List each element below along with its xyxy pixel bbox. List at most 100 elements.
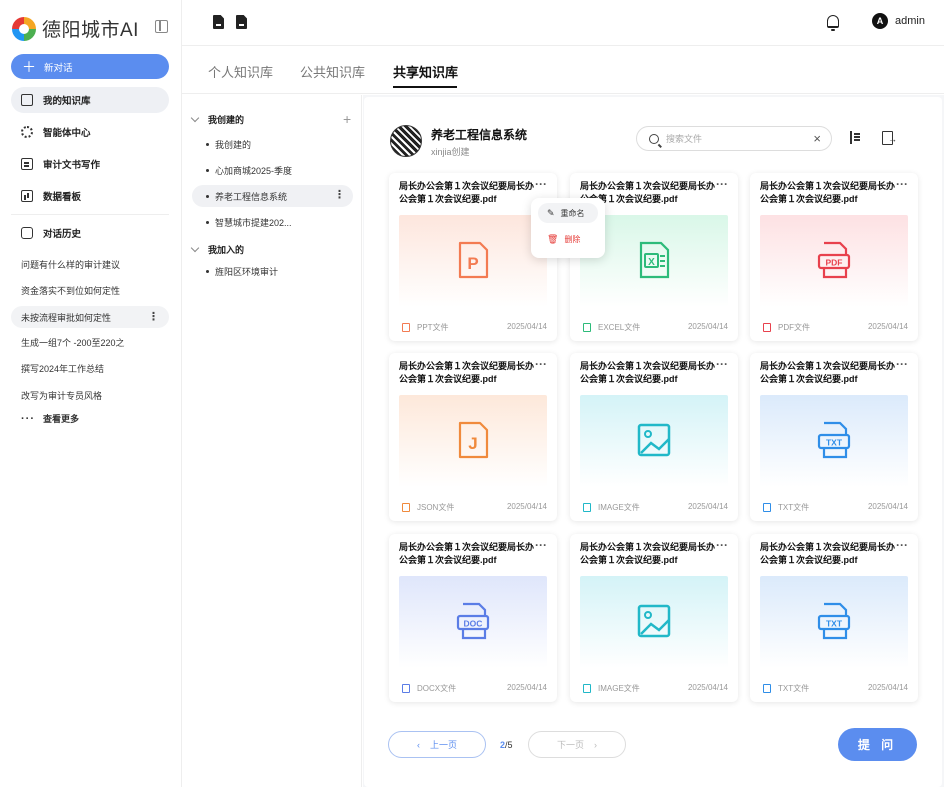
more-options-icon[interactable]: ···	[896, 357, 908, 371]
pdf-file-icon: PDF	[817, 241, 851, 282]
file-icon[interactable]	[213, 15, 224, 29]
bell-icon[interactable]	[827, 15, 839, 31]
chevron-down-icon	[190, 113, 200, 123]
chart-icon	[21, 190, 33, 202]
sidebar-item-agent-center[interactable]: 智能体中心	[11, 119, 169, 145]
tab-public[interactable]: 公共知识库	[300, 62, 365, 81]
tree-item[interactable]: 心加商城2025-季度	[192, 159, 353, 181]
more-options-icon[interactable]: ⋮	[148, 310, 159, 323]
file-title: 局长办公会第１次会议纪要局长办公会第１次会议纪要.pdf	[760, 181, 896, 204]
more-options-icon[interactable]: ···	[535, 177, 547, 191]
sidebar-item-chat-history[interactable]: 对话历史	[11, 220, 169, 246]
tree-item[interactable]: 我创建的	[192, 133, 353, 155]
file-card[interactable]: 局长办公会第１次会议纪要局长办公会第１次会议纪要.pdf ··· PDF PDF文件 2…	[750, 173, 918, 341]
see-more-link[interactable]: ··· 查看更多	[21, 412, 79, 425]
file-card[interactable]: 局长办公会第１次会议纪要局长办公会第１次会议纪要.pdf ··· DOC DOCX文件…	[389, 534, 557, 702]
history-item[interactable]: 未按流程审批如何定性 ⋮	[11, 306, 169, 328]
more-options-icon[interactable]: ···	[896, 177, 908, 191]
file-meta: JSON文件 2025/04/14	[402, 502, 547, 513]
tree-item[interactable]: 智慧城市提建202...	[192, 211, 353, 233]
more-options-icon[interactable]: ⋮	[334, 188, 345, 201]
brand[interactable]: 德阳城市AI	[12, 15, 139, 42]
sidebar-item-my-knowledge[interactable]: 我的知识库	[11, 87, 169, 113]
sidebar-item-audit-writing[interactable]: 审计文书写作	[11, 151, 169, 177]
file-thumbnail: PDF	[760, 215, 908, 307]
kb-avatar	[390, 125, 422, 157]
bullet	[206, 168, 209, 172]
tree-group-created[interactable]: 我创建的	[190, 113, 244, 126]
add-icon[interactable]: +	[343, 111, 351, 127]
file-card[interactable]: 局长办公会第１次会议纪要局长办公会第１次会议纪要.pdf ··· J JSON文件 20…	[389, 353, 557, 521]
page-total: /5	[505, 740, 513, 750]
more-options-icon[interactable]: ···	[535, 357, 547, 371]
tree-item[interactable]: 旌阳区环境审计	[192, 260, 353, 282]
sidebar-collapse-icon[interactable]	[155, 20, 168, 33]
sort-icon[interactable]	[849, 131, 861, 145]
next-page-button[interactable]: 下一页 ›	[528, 731, 626, 758]
more-options-icon[interactable]: ···	[716, 538, 728, 552]
more-options-icon[interactable]: ···	[716, 177, 728, 191]
file-title: 局长办公会第１次会议纪要局长办公会第１次会议纪要.pdf	[399, 542, 535, 565]
file-card[interactable]: 局长办公会第１次会议纪要局长办公会第１次会议纪要.pdf ··· IMAGE文件 20…	[570, 353, 738, 521]
sidebar-item-dashboard[interactable]: 数据看板	[11, 183, 169, 209]
user-name[interactable]: admin	[895, 15, 925, 27]
page-indicator: 2/5	[500, 740, 513, 750]
gear-icon	[21, 126, 33, 138]
history-item[interactable]: 撰写2024年工作总结	[11, 357, 169, 379]
prev-page-label: 上一页	[429, 740, 457, 750]
delete-menu-item[interactable]: 🗑 删除	[538, 229, 598, 249]
rename-menu-item[interactable]: ✎ 重命名	[538, 203, 598, 223]
avatar[interactable]: A	[872, 13, 888, 29]
file-type-icon	[763, 323, 771, 332]
knowledge-tabs: 个人知识库 公共知识库 共享知识库	[182, 46, 944, 94]
tab-shared[interactable]: 共享知识库	[393, 62, 458, 81]
history-item[interactable]: 改写为审计专员风格	[11, 384, 169, 406]
file-card[interactable]: 局长办公会第１次会议纪要局长办公会第１次会议纪要.pdf ··· P PPT文件 202…	[389, 173, 557, 341]
file-card[interactable]: 局长办公会第１次会议纪要局长办公会第１次会议纪要.pdf ··· TXT TXT文件 2…	[750, 353, 918, 521]
file-title: 局长办公会第１次会议纪要局长办公会第１次会议纪要.pdf	[760, 361, 896, 384]
close-icon[interactable]: ×	[813, 131, 821, 146]
tree-item-label: 旌阳区环境审计	[215, 266, 279, 277]
docx-file-icon: DOC	[456, 602, 490, 643]
search-input[interactable]	[666, 133, 796, 144]
ask-button[interactable]: 提 问	[838, 728, 917, 761]
file-export-icon[interactable]	[236, 15, 247, 29]
excel-file-icon: X	[637, 241, 671, 282]
delete-label: 删除	[564, 234, 581, 244]
file-thumbnail: DOC	[399, 576, 547, 668]
history-item[interactable]: 生成一组7个 -200至220之	[11, 331, 169, 353]
search-icon	[649, 133, 659, 144]
sidebar-item-label: 对话历史	[43, 229, 82, 240]
file-type: IMAGE文件	[598, 503, 640, 512]
prev-page-button[interactable]: ‹ 上一页	[388, 731, 486, 758]
sidebar-item-label: 审计文书写作	[43, 160, 101, 171]
chevron-right-icon: ›	[594, 739, 597, 750]
more-options-icon[interactable]: ···	[535, 538, 547, 552]
plus-icon: ＋	[22, 58, 36, 75]
knowledge-tree: 我创建的 + 我创建的 心加商城2025-季度 养老工程信息系统 ⋮ 智慧城市提…	[182, 95, 362, 787]
more-options-icon[interactable]: ···	[716, 357, 728, 371]
tree-group-joined[interactable]: 我加入的	[190, 243, 244, 256]
txt-file-icon: TXT	[817, 602, 851, 643]
search-box: ×	[636, 126, 832, 151]
export-icon[interactable]	[882, 131, 897, 145]
file-title: 局长办公会第１次会议纪要局长办公会第１次会议纪要.pdf	[580, 361, 716, 384]
chevron-down-icon	[190, 243, 200, 253]
new-chat-button[interactable]: ＋ 新对话	[11, 54, 169, 79]
tree-item-label: 养老工程信息系统	[215, 191, 288, 202]
file-date: 2025/04/14	[687, 322, 728, 331]
file-card[interactable]: 局长办公会第１次会议纪要局长办公会第１次会议纪要.pdf ··· IMAGE文件 20…	[570, 534, 738, 702]
history-item[interactable]: 问题有什么样的审计建议	[11, 253, 169, 275]
app-title: 德阳城市AI	[42, 20, 139, 41]
history-item[interactable]: 资金落实不到位如何定性	[11, 279, 169, 301]
svg-text:TXT: TXT	[826, 618, 843, 628]
tab-active-indicator	[393, 86, 457, 88]
file-type-icon	[402, 323, 410, 332]
svg-text:TXT: TXT	[826, 437, 843, 447]
file-thumbnail	[580, 395, 728, 487]
file-date: 2025/04/14	[687, 683, 728, 692]
more-options-icon[interactable]: ···	[896, 538, 908, 552]
file-card[interactable]: 局长办公会第１次会议纪要局长办公会第１次会议纪要.pdf ··· TXT TXT文件 2…	[750, 534, 918, 702]
tab-personal[interactable]: 个人知识库	[208, 62, 273, 81]
tree-item[interactable]: 养老工程信息系统 ⋮	[192, 185, 353, 207]
